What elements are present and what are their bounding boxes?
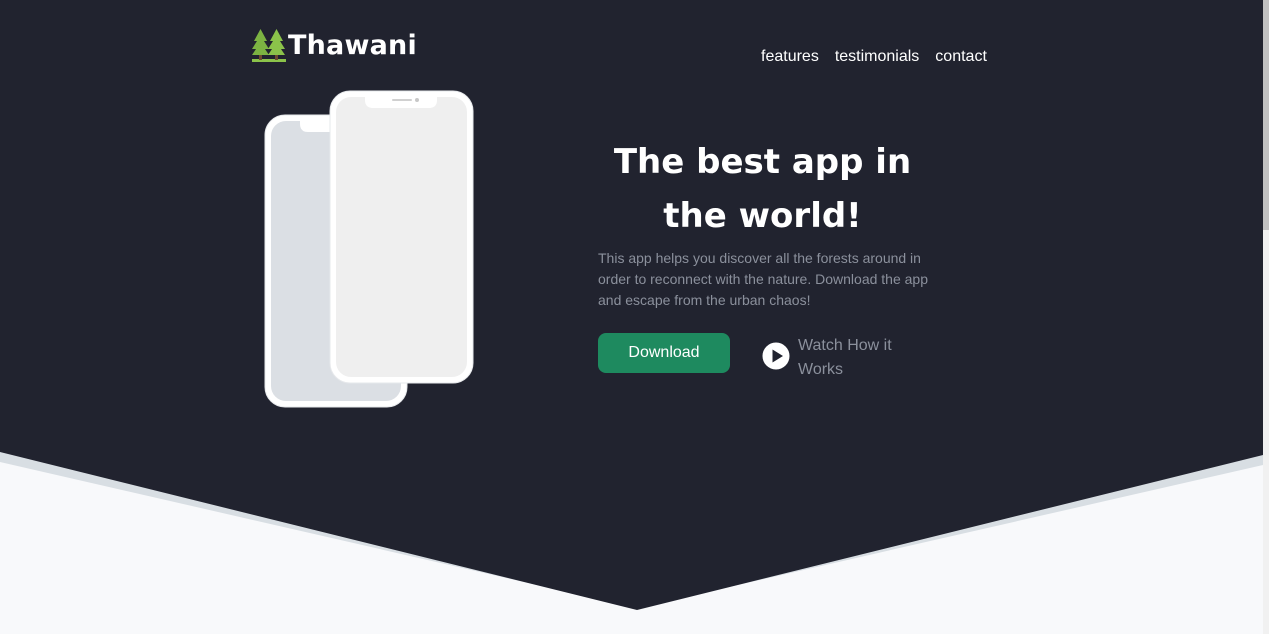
brand-logo[interactable]: Thawani: [252, 27, 417, 63]
page-scrollbar[interactable]: [1263, 0, 1269, 634]
hero-description: This app helps you discover all the fore…: [598, 250, 928, 308]
hero-headline: The best app in the world!: [613, 142, 912, 236]
nav-link-features[interactable]: features: [761, 48, 819, 66]
main-nav: features testimonials contact: [761, 48, 987, 66]
landing-page: Thawani features testimonials contact Th…: [0, 0, 1263, 634]
watch-video-label: Watch How it Works: [798, 337, 892, 378]
front-phone: [329, 90, 474, 384]
play-icon: [762, 342, 790, 370]
hero-background: [0, 0, 1263, 634]
nav-link-contact[interactable]: contact: [935, 48, 987, 66]
scrollbar-thumb[interactable]: [1263, 0, 1269, 230]
watch-video-link[interactable]: Watch How it Works: [762, 334, 908, 382]
brand-name: Thawani: [288, 29, 417, 61]
pine-trees-icon: [252, 29, 286, 62]
nav-link-testimonials[interactable]: testimonials: [835, 48, 919, 66]
phone-mockups: [264, 90, 474, 408]
download-button[interactable]: Download: [598, 333, 730, 373]
